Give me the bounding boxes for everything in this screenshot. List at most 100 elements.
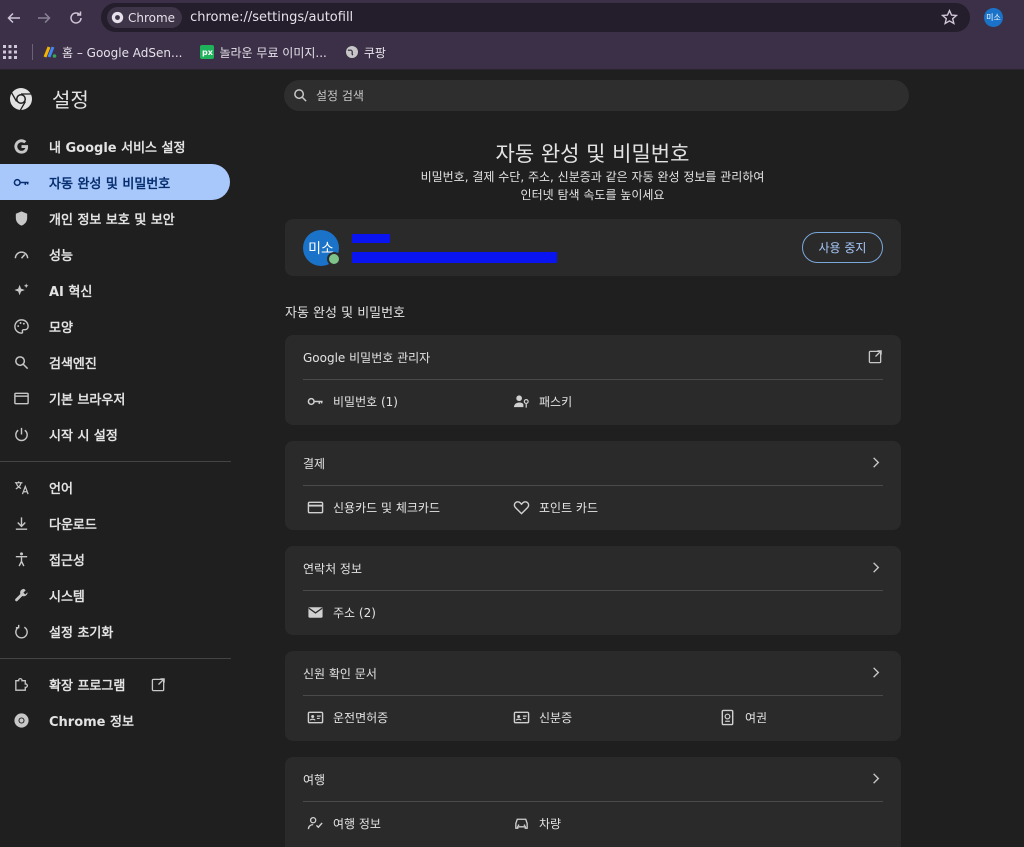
sparkle-icon — [14, 282, 29, 295]
external-link-icon — [152, 677, 166, 691]
card-title: 여행 — [303, 772, 326, 787]
card-divider — [303, 695, 883, 696]
pixabay-icon: px — [200, 45, 215, 59]
item-label: 주소 (2) — [333, 606, 376, 620]
card-divider — [303, 379, 883, 380]
chrome-logo-icon — [10, 87, 32, 110]
external-link-icon[interactable] — [868, 349, 883, 364]
item-label: 운전면허증 — [333, 711, 389, 725]
card-header[interactable]: 결제 — [303, 441, 883, 485]
item-label: 포인트 카드 — [539, 501, 599, 515]
item-vehicles[interactable]: 차량 — [513, 815, 561, 832]
item-label: 신용카드 및 체크카드 — [333, 501, 440, 515]
sidebar-item-extensions[interactable]: 확장 프로그램 — [0, 666, 230, 702]
bookmarks-bar: 홈 – Google AdSen... px 놀라운 무료 이미지... 쿠팡 — [0, 35, 1024, 70]
sidebar-item-performance[interactable]: 성능 — [0, 236, 230, 272]
redacted-account-name — [352, 234, 390, 243]
sidebar-item-downloads[interactable]: 다운로드 — [0, 505, 230, 541]
palette-icon — [14, 318, 29, 334]
card-header[interactable]: 연락처 정보 — [303, 546, 883, 590]
page-description: 비밀번호, 결제 수단, 주소, 신분증과 같은 자동 완성 정보를 관리하여 … — [284, 168, 901, 204]
bookmark-label: 쿠팡 — [363, 45, 386, 60]
bookmark-coupang[interactable]: 쿠팡 — [345, 44, 386, 61]
item-drivers-license[interactable]: 운전면허증 — [307, 709, 388, 726]
star-icon[interactable] — [941, 9, 958, 26]
credit-card-icon — [307, 501, 324, 514]
apps-grid-icon[interactable] — [3, 45, 17, 59]
chevron-right-icon[interactable] — [868, 771, 883, 786]
arrow-left-icon — [7, 12, 20, 23]
item-passwords[interactable]: 비밀번호 (1) — [307, 393, 398, 410]
card-divider — [303, 485, 883, 486]
sidebar-item-system[interactable]: 시스템 — [0, 577, 230, 613]
sidebar-item-label: 자동 완성 및 비밀번호 — [49, 176, 171, 192]
sidebar-item-languages[interactable]: 언어 — [0, 469, 230, 505]
card-title: 연락처 정보 — [303, 561, 363, 576]
forward-button[interactable] — [29, 3, 59, 33]
site-info-chip[interactable]: Chrome — [107, 7, 183, 28]
sidebar-item-label: 기본 브라우저 — [49, 392, 126, 408]
card-header[interactable]: 신원 확인 문서 — [303, 651, 883, 695]
sidebar-divider — [0, 658, 231, 659]
sidebar-item-ai[interactable]: AI 혁신 — [0, 272, 230, 308]
address-bar[interactable]: Chrome chrome://settings/autofill — [101, 3, 970, 32]
heart-tag-icon — [513, 501, 530, 515]
key-icon — [307, 397, 323, 406]
card-title: Google 비밀번호 관리자 — [303, 350, 431, 365]
chevron-right-icon[interactable] — [868, 665, 883, 680]
reload-button[interactable] — [61, 3, 91, 33]
item-passport[interactable]: 여권 — [719, 709, 767, 726]
item-credit-cards[interactable]: 신용카드 및 체크카드 — [307, 499, 440, 516]
sidebar-item-search-engine[interactable]: 검색엔진 — [0, 344, 230, 380]
browser-window-icon — [14, 392, 29, 404]
item-loyalty-cards[interactable]: 포인트 카드 — [513, 499, 598, 516]
item-travel-info[interactable]: 여행 정보 — [307, 815, 381, 832]
redacted-account-email — [352, 252, 557, 263]
speedometer-icon — [14, 250, 29, 259]
card-payment: 결제 신용카드 및 체크카드 포인트 카드 — [285, 441, 901, 530]
account-card: 미소 사용 중지 — [285, 219, 901, 276]
translate-icon — [14, 480, 29, 494]
wrench-icon — [15, 588, 28, 601]
sidebar-divider — [0, 461, 231, 462]
sidebar-item-privacy[interactable]: 개인 정보 보호 및 보안 — [0, 200, 230, 236]
chevron-right-icon[interactable] — [868, 560, 883, 575]
chevron-right-icon[interactable] — [868, 455, 883, 470]
sidebar-item-on-startup[interactable]: 시작 시 설정 — [0, 416, 230, 452]
bookmark-pixabay[interactable]: px 놀라운 무료 이미지... — [200, 44, 327, 61]
sidebar-item-label: 언어 — [49, 481, 73, 497]
mail-icon — [308, 607, 323, 618]
sidebar-item-label: 접근성 — [49, 553, 85, 569]
turn-off-button[interactable]: 사용 중지 — [802, 232, 883, 263]
sidebar-item-accessibility[interactable]: 접근성 — [0, 541, 230, 577]
sidebar-item-reset[interactable]: 설정 초기화 — [0, 613, 230, 649]
item-passkeys[interactable]: 패스키 — [513, 393, 572, 410]
sidebar-item-about-chrome[interactable]: Chrome 정보 — [0, 702, 230, 738]
sidebar-item-label: 시스템 — [49, 589, 85, 605]
item-label: 차량 — [539, 817, 562, 831]
id-card-icon — [513, 711, 530, 724]
sidebar-item-autofill[interactable]: 자동 완성 및 비밀번호 — [0, 164, 230, 200]
settings-search-input[interactable]: 설정 검색 — [284, 80, 909, 111]
arrow-right-icon — [38, 12, 51, 23]
sidebar-item-default-browser[interactable]: 기본 브라우저 — [0, 380, 230, 416]
sync-badge-icon — [327, 252, 341, 266]
item-national-id[interactable]: 신분증 — [513, 709, 572, 726]
sidebar-item-label: 다운로드 — [49, 517, 97, 533]
sidebar-item-google-services[interactable]: 내 Google 서비스 설정 — [0, 128, 230, 164]
back-button[interactable] — [0, 3, 29, 33]
card-title: 신원 확인 문서 — [303, 666, 377, 681]
sidebar-item-appearance[interactable]: 모양 — [0, 308, 230, 344]
card-header[interactable]: Google 비밀번호 관리자 — [303, 335, 883, 379]
card-header[interactable]: 여행 — [303, 757, 883, 801]
adsense-icon — [43, 46, 57, 58]
search-placeholder: 설정 검색 — [316, 89, 364, 103]
sidebar-item-label: 성능 — [49, 248, 73, 264]
site-chip-label: Chrome — [128, 10, 176, 25]
power-icon — [15, 427, 28, 441]
item-addresses[interactable]: 주소 (2) — [307, 604, 376, 621]
card-divider — [303, 590, 883, 591]
url-text[interactable]: chrome://settings/autofill — [190, 10, 353, 25]
profile-avatar[interactable]: 미소 — [984, 8, 1003, 27]
bookmark-adsense[interactable]: 홈 – Google AdSen... — [43, 44, 182, 61]
